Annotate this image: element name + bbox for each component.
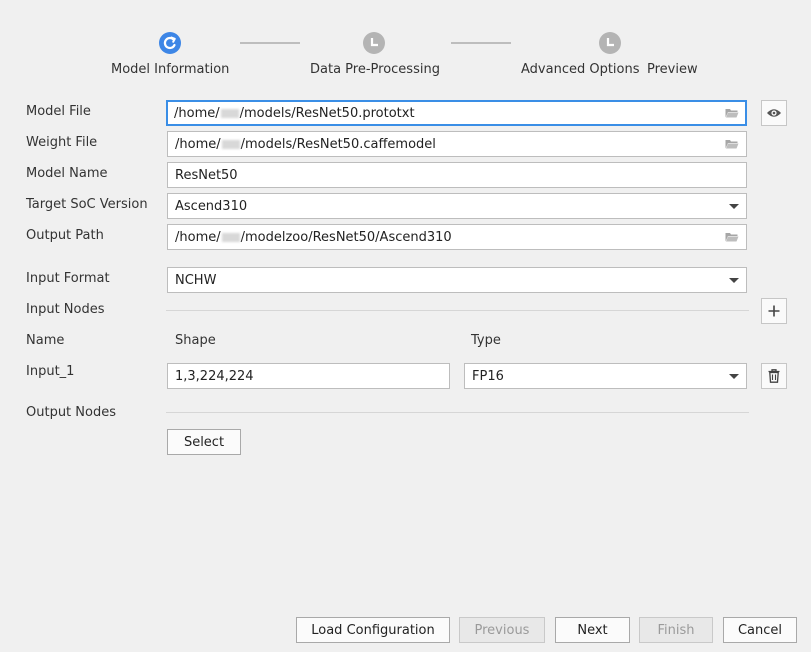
step-label-advanced-options: Advanced Options (521, 62, 640, 77)
model-name-value: ResNet50 (175, 167, 238, 183)
select-output-nodes-button[interactable]: Select (167, 429, 241, 455)
output-path-label: Output Path (26, 228, 104, 243)
trash-icon (768, 369, 780, 383)
model-file-suffix: /models/ResNet50.prototxt (239, 105, 415, 121)
redacted-username (221, 139, 240, 149)
folder-open-icon[interactable] (725, 232, 739, 242)
step-clock-icon (599, 32, 621, 54)
type-column-header: Type (471, 333, 501, 348)
model-name-input[interactable]: ResNet50 (167, 162, 747, 188)
input-nodes-label: Input Nodes (26, 302, 105, 317)
chevron-down-icon (729, 373, 739, 379)
add-input-node-button[interactable] (761, 298, 787, 324)
step-label-preview: Preview (647, 62, 698, 77)
folder-open-icon[interactable] (725, 139, 739, 149)
output-nodes-divider (166, 412, 749, 413)
input-nodes-divider (166, 310, 749, 311)
redacted-username (220, 108, 239, 118)
input-format-select[interactable]: NCHW (167, 267, 747, 293)
plus-icon (768, 305, 780, 317)
step-label-model-information: Model Information (111, 62, 230, 77)
input-format-label: Input Format (26, 271, 110, 286)
input-node-shape-value: 1,3,224,224 (175, 368, 254, 384)
weight-file-input[interactable]: /home/ /models/ResNet50.caffemodel (167, 131, 747, 157)
weight-file-label: Weight File (26, 135, 98, 150)
previous-button[interactable]: Previous (459, 617, 545, 643)
output-path-prefix: /home/ (175, 229, 221, 245)
model-file-prefix: /home/ (174, 105, 220, 121)
output-nodes-label: Output Nodes (26, 405, 116, 420)
preview-model-button[interactable] (761, 100, 787, 126)
folder-open-icon[interactable] (725, 108, 739, 118)
finish-button[interactable]: Finish (639, 617, 713, 643)
input-node-shape-input[interactable]: 1,3,224,224 (167, 363, 450, 389)
step-label-data-preprocessing: Data Pre-Processing (310, 62, 440, 77)
eye-icon (767, 109, 781, 117)
cancel-button[interactable]: Cancel (723, 617, 797, 643)
step-clock-icon (363, 32, 385, 54)
target-soc-label: Target SoC Version (26, 197, 148, 212)
step-connector (451, 42, 511, 44)
chevron-down-icon (729, 203, 739, 209)
weight-file-suffix: /models/ResNet50.caffemodel (240, 136, 436, 152)
load-configuration-button[interactable]: Load Configuration (296, 617, 450, 643)
delete-input-node-button[interactable] (761, 363, 787, 389)
shape-column-header: Shape (175, 333, 216, 348)
name-column-header: Name (26, 333, 65, 348)
step-connector (240, 42, 300, 44)
output-path-suffix: /modelzoo/ResNet50/Ascend310 (240, 229, 452, 245)
target-soc-select[interactable]: Ascend310 (167, 193, 747, 219)
input-node-type-select[interactable]: FP16 (464, 363, 747, 389)
output-path-input[interactable]: /home/ /modelzoo/ResNet50/Ascend310 (167, 224, 747, 250)
weight-file-prefix: /home/ (175, 136, 221, 152)
input-node-type-value: FP16 (472, 368, 504, 384)
model-name-label: Model Name (26, 166, 108, 181)
redacted-username (221, 232, 240, 242)
model-file-input[interactable]: /home/ /models/ResNet50.prototxt (166, 100, 747, 126)
target-soc-value: Ascend310 (175, 198, 248, 214)
chevron-down-icon (729, 277, 739, 283)
step-active-icon (159, 32, 181, 54)
next-button[interactable]: Next (555, 617, 630, 643)
input-node-name: Input_1 (26, 364, 75, 379)
model-file-label: Model File (26, 104, 91, 119)
input-format-value: NCHW (175, 272, 217, 288)
